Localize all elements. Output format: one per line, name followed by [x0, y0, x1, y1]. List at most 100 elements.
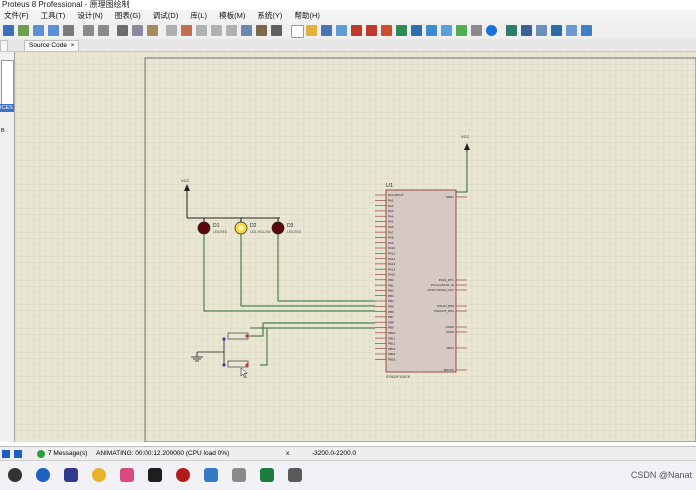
- vcc-left-label: VCC: [181, 178, 190, 183]
- mcu-pin-label: PB8: [388, 320, 394, 324]
- copy-icon[interactable]: [132, 25, 143, 36]
- mx-icon[interactable]: [204, 468, 218, 482]
- mcu-pin-label: PB3: [388, 294, 394, 298]
- bus-icon[interactable]: [551, 25, 562, 36]
- help-icon[interactable]: [486, 25, 497, 36]
- zoom-all-icon[interactable]: [48, 25, 59, 36]
- close-icon[interactable]: ×: [69, 42, 75, 49]
- app-launcher-icon[interactable]: [36, 468, 50, 482]
- status-play-icon[interactable]: [2, 450, 10, 458]
- 3d-viewer-icon[interactable]: [441, 25, 452, 36]
- messages-icon[interactable]: [37, 450, 45, 458]
- design-explorer-icon[interactable]: [396, 25, 407, 36]
- led-d3-part: LED-RED: [287, 230, 302, 234]
- window-title: Proteus 8 Professional - 原理图绘制: [2, 0, 130, 9]
- chat-icon[interactable]: [232, 468, 246, 482]
- mode-icon[interactable]: [581, 25, 592, 36]
- window-title-bar: Proteus 8 Professional - 原理图绘制: [0, 0, 696, 10]
- paste-icon[interactable]: [147, 25, 158, 36]
- menu-graph[interactable]: 图表(G): [115, 10, 141, 22]
- excel-icon[interactable]: [260, 468, 274, 482]
- tab-schematic-close[interactable]: [0, 40, 8, 51]
- bill-of-materials-icon[interactable]: [411, 25, 422, 36]
- explorer-icon[interactable]: [64, 468, 78, 482]
- undo-icon[interactable]: [83, 25, 94, 36]
- menu-tools[interactable]: 工具(T): [41, 10, 66, 22]
- wire-autoroute-icon[interactable]: [256, 25, 267, 36]
- mcu-pin-label: PB7: [388, 315, 394, 319]
- led-d2-part: LED-YELLOW: [250, 230, 271, 234]
- mcu-pin-label: PC13_RTC: [439, 278, 455, 282]
- left-panel: ICES B: [0, 52, 15, 442]
- mcu-pin-label: PB4: [388, 299, 394, 303]
- block-copy-icon[interactable]: [166, 25, 177, 36]
- record-icon[interactable]: [176, 468, 190, 482]
- app-red-icon[interactable]: [120, 468, 134, 482]
- pick-device-icon[interactable]: [226, 25, 237, 36]
- mcu-pin-label: OSCIN_PD0: [437, 304, 454, 308]
- mcu-pin-label: PA6: [388, 225, 394, 229]
- messages-count[interactable]: 7 Message(s): [48, 447, 87, 461]
- menu-library[interactable]: 库(L): [190, 10, 207, 22]
- search-tag-icon[interactable]: [271, 25, 282, 36]
- menu-system[interactable]: 系统(Y): [257, 10, 282, 22]
- led-d1-part: LED-RED: [213, 230, 228, 234]
- zoom-in-icon[interactable]: [18, 25, 29, 36]
- menu-help[interactable]: 帮助(H): [295, 10, 320, 22]
- mcu-pin-label: PA9: [388, 241, 394, 245]
- project-notes-icon[interactable]: [456, 25, 467, 36]
- mcu-pin-label: PA1: [388, 199, 394, 203]
- move-icon[interactable]: [3, 25, 14, 36]
- gerber-icon[interactable]: [381, 25, 392, 36]
- new-file-icon[interactable]: [291, 25, 304, 38]
- menu-debug[interactable]: 调试(D): [153, 10, 178, 22]
- text-script-icon[interactable]: [566, 25, 577, 36]
- mcu-pin-label: PB15: [388, 358, 396, 362]
- mcu-pin-label: PA0-WKUP: [388, 193, 403, 197]
- import-icon[interactable]: [336, 25, 347, 36]
- zoom-area-icon[interactable]: [63, 25, 74, 36]
- settings-icon[interactable]: [8, 468, 22, 482]
- zoom-out-icon[interactable]: [33, 25, 44, 36]
- netlist-icon[interactable]: [506, 25, 517, 36]
- mcu-pin-label: PB5: [388, 305, 394, 309]
- schematic-canvas[interactable]: VCC D1 LED-RED D2 LED-YELLOW D3 LED-RED: [15, 52, 696, 442]
- preferences-icon[interactable]: [471, 25, 482, 36]
- coord-y: -2200.0: [334, 450, 357, 457]
- media-icon[interactable]: [148, 468, 162, 482]
- block-rotate-icon[interactable]: [196, 25, 207, 36]
- capture-icon[interactable]: [288, 468, 302, 482]
- save-file-icon[interactable]: [321, 25, 332, 36]
- led-d2-ref: D2: [250, 223, 257, 229]
- library-icon[interactable]: [536, 25, 547, 36]
- device-list-item[interactable]: B: [1, 128, 5, 134]
- mcu-pin-label: VBAT: [446, 346, 454, 350]
- status-stop-icon[interactable]: [14, 450, 22, 458]
- block-delete-icon[interactable]: [211, 25, 222, 36]
- chrome-icon[interactable]: [92, 468, 106, 482]
- mcu-pin-label: NRST: [446, 195, 454, 199]
- menu-bar: 文件(F) 工具(T) 设计(N) 图表(G) 调试(D) 库(L) 模板(M)…: [0, 10, 696, 22]
- mcu-pin-label: VSSA: [446, 330, 454, 334]
- menu-file[interactable]: 文件(F): [4, 10, 29, 22]
- vcc-right-label: VCC: [461, 134, 470, 139]
- menu-design[interactable]: 设计(N): [77, 10, 102, 22]
- mcu-u1[interactable]: U1 STM32F103C8 PA0-WKUPPA1PA2PA3PA4PA5PA…: [375, 183, 467, 379]
- tab-source-code-label: Source Code: [29, 42, 67, 49]
- make-device-icon[interactable]: [241, 25, 252, 36]
- source-code-icon[interactable]: [426, 25, 437, 36]
- devices-header: ICES: [0, 104, 14, 112]
- block-move-icon[interactable]: [181, 25, 192, 36]
- mcu-pin-label: PB13: [388, 347, 396, 351]
- redo-icon[interactable]: [98, 25, 109, 36]
- cut-icon[interactable]: [117, 25, 128, 36]
- schematic-icon[interactable]: [351, 25, 362, 36]
- schematic-svg[interactable]: VCC D1 LED-RED D2 LED-YELLOW D3 LED-RED: [15, 52, 696, 442]
- pcb-layout-icon[interactable]: [366, 25, 377, 36]
- menu-template[interactable]: 模板(M): [219, 10, 245, 22]
- mcu-pin-label: OSCOUT_PD1: [434, 309, 455, 313]
- component-icon[interactable]: [521, 25, 532, 36]
- open-file-icon[interactable]: [306, 25, 317, 36]
- mcu-pin-label: PA8: [388, 236, 394, 240]
- tab-source-code[interactable]: Source Code ×: [24, 40, 80, 51]
